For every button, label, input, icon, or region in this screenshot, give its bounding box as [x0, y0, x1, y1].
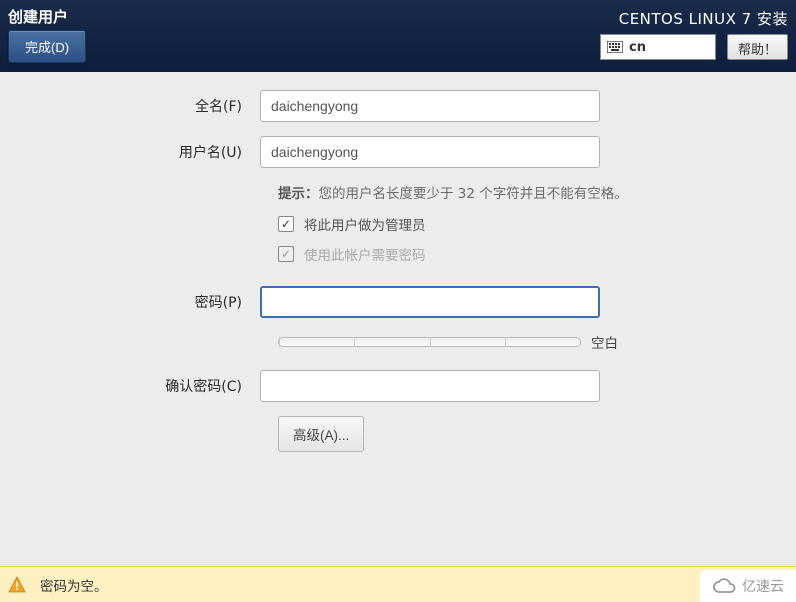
advanced-button[interactable]: 高级(A)...: [278, 416, 364, 452]
password-strength-text: 空白: [591, 332, 618, 352]
help-button[interactable]: 帮助！: [727, 34, 788, 60]
password-input[interactable]: [260, 286, 600, 318]
username-label: 用户名(U): [0, 142, 260, 162]
page-title: 创建用户: [8, 6, 68, 27]
install-title: CENTOS LINUX 7 安装: [619, 8, 788, 29]
make-admin-label: 将此用户做为管理员: [304, 214, 426, 234]
done-button[interactable]: 完成(D): [8, 30, 86, 63]
fullname-input[interactable]: [260, 90, 600, 122]
hint-prefix: 提示：: [278, 186, 319, 202]
confirm-password-label: 确认密码(C): [0, 376, 260, 396]
warning-icon: [8, 576, 26, 594]
password-label: 密码(P): [0, 292, 260, 312]
warning-bar: 密码为空。: [0, 566, 796, 602]
header-bar: 创建用户 完成(D) CENTOS LINUX 7 安装 cn 帮助！: [0, 0, 796, 72]
hint-text: 您的用户名长度要少于 32 个字符并且不能有空格。: [319, 186, 628, 202]
require-password-label: 使用此帐户需要密码: [304, 244, 426, 264]
require-password-checkbox: [278, 246, 294, 262]
password-strength-meter: [278, 337, 581, 347]
warning-text: 密码为空。: [40, 575, 108, 595]
create-user-form: 全名(F) 用户名(U) 提示：您的用户名长度要少于 32 个字符并且不能有空格…: [0, 72, 796, 452]
keyboard-layout-indicator[interactable]: cn: [600, 34, 716, 60]
watermark-text: 亿速云: [742, 576, 784, 596]
username-input[interactable]: [260, 136, 600, 168]
watermark: 亿速云: [700, 570, 796, 602]
keyboard-icon: [607, 41, 623, 53]
username-hint: 提示：您的用户名长度要少于 32 个字符并且不能有空格。: [278, 182, 638, 202]
fullname-label: 全名(F): [0, 96, 260, 116]
confirm-password-input[interactable]: [260, 370, 600, 402]
make-admin-checkbox[interactable]: [278, 216, 294, 232]
keyboard-layout-code: cn: [629, 40, 646, 55]
cloud-icon: [712, 577, 736, 595]
